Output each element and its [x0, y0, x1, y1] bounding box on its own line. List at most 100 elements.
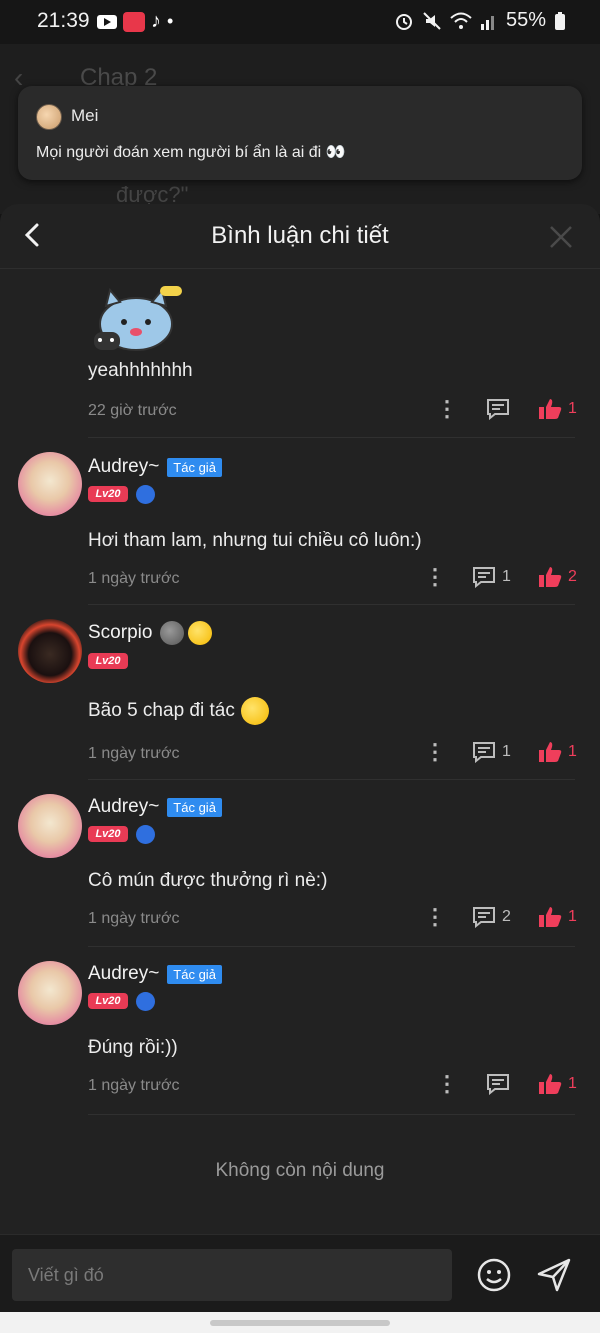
username-row: Audrey~ Tác giả [88, 456, 222, 478]
like-button[interactable]: 1 [538, 741, 577, 763]
more-options-icon[interactable]: ⋮ [436, 396, 458, 422]
reply-button[interactable]: 1 [472, 741, 511, 763]
reply-button[interactable]: 2 [472, 906, 511, 928]
no-more-content: Không còn nội dung [215, 1160, 385, 1181]
cat-sticker [94, 286, 182, 351]
username[interactable]: Audrey~ [88, 456, 159, 478]
reply-count: 1 [502, 743, 511, 760]
system-nav-bar [0, 1312, 600, 1333]
verified-icon [136, 825, 155, 844]
comment-item: yeahhhhhhh 22 giờ trước ⋮ 1 [0, 204, 600, 438]
reply-icon[interactable] [486, 398, 510, 420]
send-icon[interactable] [536, 1257, 572, 1293]
moon-emoji [160, 621, 185, 645]
thumbs-up-icon [539, 1074, 562, 1094]
thumbs-up-icon [539, 907, 562, 927]
comment-item: Audrey~ Tác giả Lv20 Cô mún được thưởng … [0, 780, 600, 947]
comment-text-content: Bão 5 chap đi tác [88, 700, 235, 721]
wifi-icon [450, 12, 472, 29]
emoji-icon[interactable] [476, 1257, 512, 1293]
comment-input[interactable] [12, 1249, 452, 1301]
verified-icon [136, 992, 155, 1011]
comment-item: Scorpio Lv20 Bão 5 chap đi tác 1 ngày tr… [0, 605, 600, 780]
avatar[interactable] [18, 794, 82, 858]
comment-time: 1 ngày trước [88, 1077, 180, 1094]
username-row: Scorpio [88, 621, 213, 645]
mangatoon-icon [123, 11, 145, 32]
like-count: 2 [568, 568, 577, 585]
comment-text: Hơi tham lam, nhưng tui chiều cô luôn:) [88, 530, 422, 551]
author-badge: Tác giả [167, 797, 222, 817]
avatar[interactable] [18, 619, 82, 683]
username-row: Audrey~ Tác giả [88, 796, 222, 818]
divider [88, 1114, 575, 1115]
status-time: 21:39 [37, 9, 90, 32]
like-button[interactable]: 2 [538, 566, 577, 588]
comment-detail-sheet: Bình luận chi tiết yeahhhhhhh 22 giờ trư… [0, 204, 600, 1333]
verified-icon [136, 485, 155, 504]
reply-button[interactable]: 1 [472, 566, 511, 588]
wink-emoji [240, 697, 269, 725]
tiktok-icon: ♪ [151, 10, 161, 32]
level-badge: Lv20 [88, 653, 128, 669]
level-badge: Lv20 [88, 486, 128, 502]
notification-message: Mọi người đoán xem người bí ẩn là ai đi … [36, 144, 346, 161]
smile-emoji [188, 621, 213, 645]
like-count: 1 [568, 400, 577, 417]
author-badge: Tác giả [167, 457, 222, 477]
comment-time: 1 ngày trước [88, 910, 180, 927]
status-system-icons: 55% [394, 9, 566, 32]
home-indicator[interactable] [210, 1320, 390, 1326]
youtube-icon [97, 14, 117, 29]
comment-text: Cô mún được thưởng rì nè:) [88, 870, 328, 891]
notification-banner[interactable]: Mei Mọi người đoán xem người bí ẩn là ai… [18, 86, 582, 180]
username[interactable]: Audrey~ [88, 963, 159, 985]
reply-icon[interactable] [486, 1073, 510, 1095]
reply-count: 2 [502, 908, 511, 925]
more-options-icon[interactable]: ⋮ [424, 904, 446, 930]
author-badge: Tác giả [167, 964, 222, 984]
level-badge: Lv20 [88, 826, 128, 842]
avatar[interactable] [18, 452, 82, 516]
username-row: Audrey~ Tác giả [88, 963, 222, 985]
signal-icon [480, 15, 494, 30]
reply-count: 1 [502, 568, 511, 585]
notification-avatar [36, 104, 62, 130]
comment-item: Audrey~ Tác giả Lv20 Hơi tham lam, nhưng… [0, 438, 600, 605]
notification-sender: Mei [71, 106, 99, 125]
like-count: 1 [568, 743, 577, 760]
more-options-icon[interactable]: ⋮ [424, 564, 446, 590]
comment-time: 22 giờ trước [88, 402, 177, 419]
username[interactable]: Scorpio [88, 622, 152, 644]
thumbs-up-icon [539, 567, 562, 587]
more-options-icon[interactable]: ⋮ [436, 1071, 458, 1097]
level-badge: Lv20 [88, 993, 128, 1009]
reply-icon [473, 907, 495, 928]
like-button[interactable]: 1 [538, 398, 577, 420]
comment-time: 1 ngày trước [88, 570, 180, 587]
comment-time: 1 ngày trước [88, 745, 180, 762]
more-options-icon[interactable]: ⋮ [424, 739, 446, 765]
alarm-icon [395, 13, 412, 30]
reply-icon [473, 742, 495, 763]
like-count: 1 [568, 1075, 577, 1092]
like-button[interactable]: 1 [538, 1073, 577, 1095]
mute-icon [423, 11, 441, 30]
comment-text: Bão 5 chap đi tác [88, 697, 269, 725]
thumbs-up-icon [539, 742, 562, 762]
username[interactable]: Audrey~ [88, 796, 159, 818]
battery-percent: 55% [505, 9, 546, 31]
thumbs-up-icon [539, 399, 562, 419]
battery-icon [555, 11, 565, 30]
like-button[interactable]: 1 [538, 906, 577, 928]
comment-item: Audrey~ Tác giả Lv20 Đúng rồi:)) 1 ngày … [0, 947, 600, 1115]
comment-text: Đúng rồi:)) [88, 1037, 178, 1058]
status-bar: 21:39 ♪ • 55% [0, 0, 600, 44]
like-count: 1 [568, 908, 577, 925]
status-app-icons: ♪ • [97, 10, 173, 33]
comment-text: yeahhhhhhh [88, 360, 193, 381]
reply-icon [473, 567, 495, 588]
dot-icon: • [167, 11, 174, 31]
avatar[interactable] [18, 961, 82, 1025]
comment-composer [0, 1234, 600, 1313]
